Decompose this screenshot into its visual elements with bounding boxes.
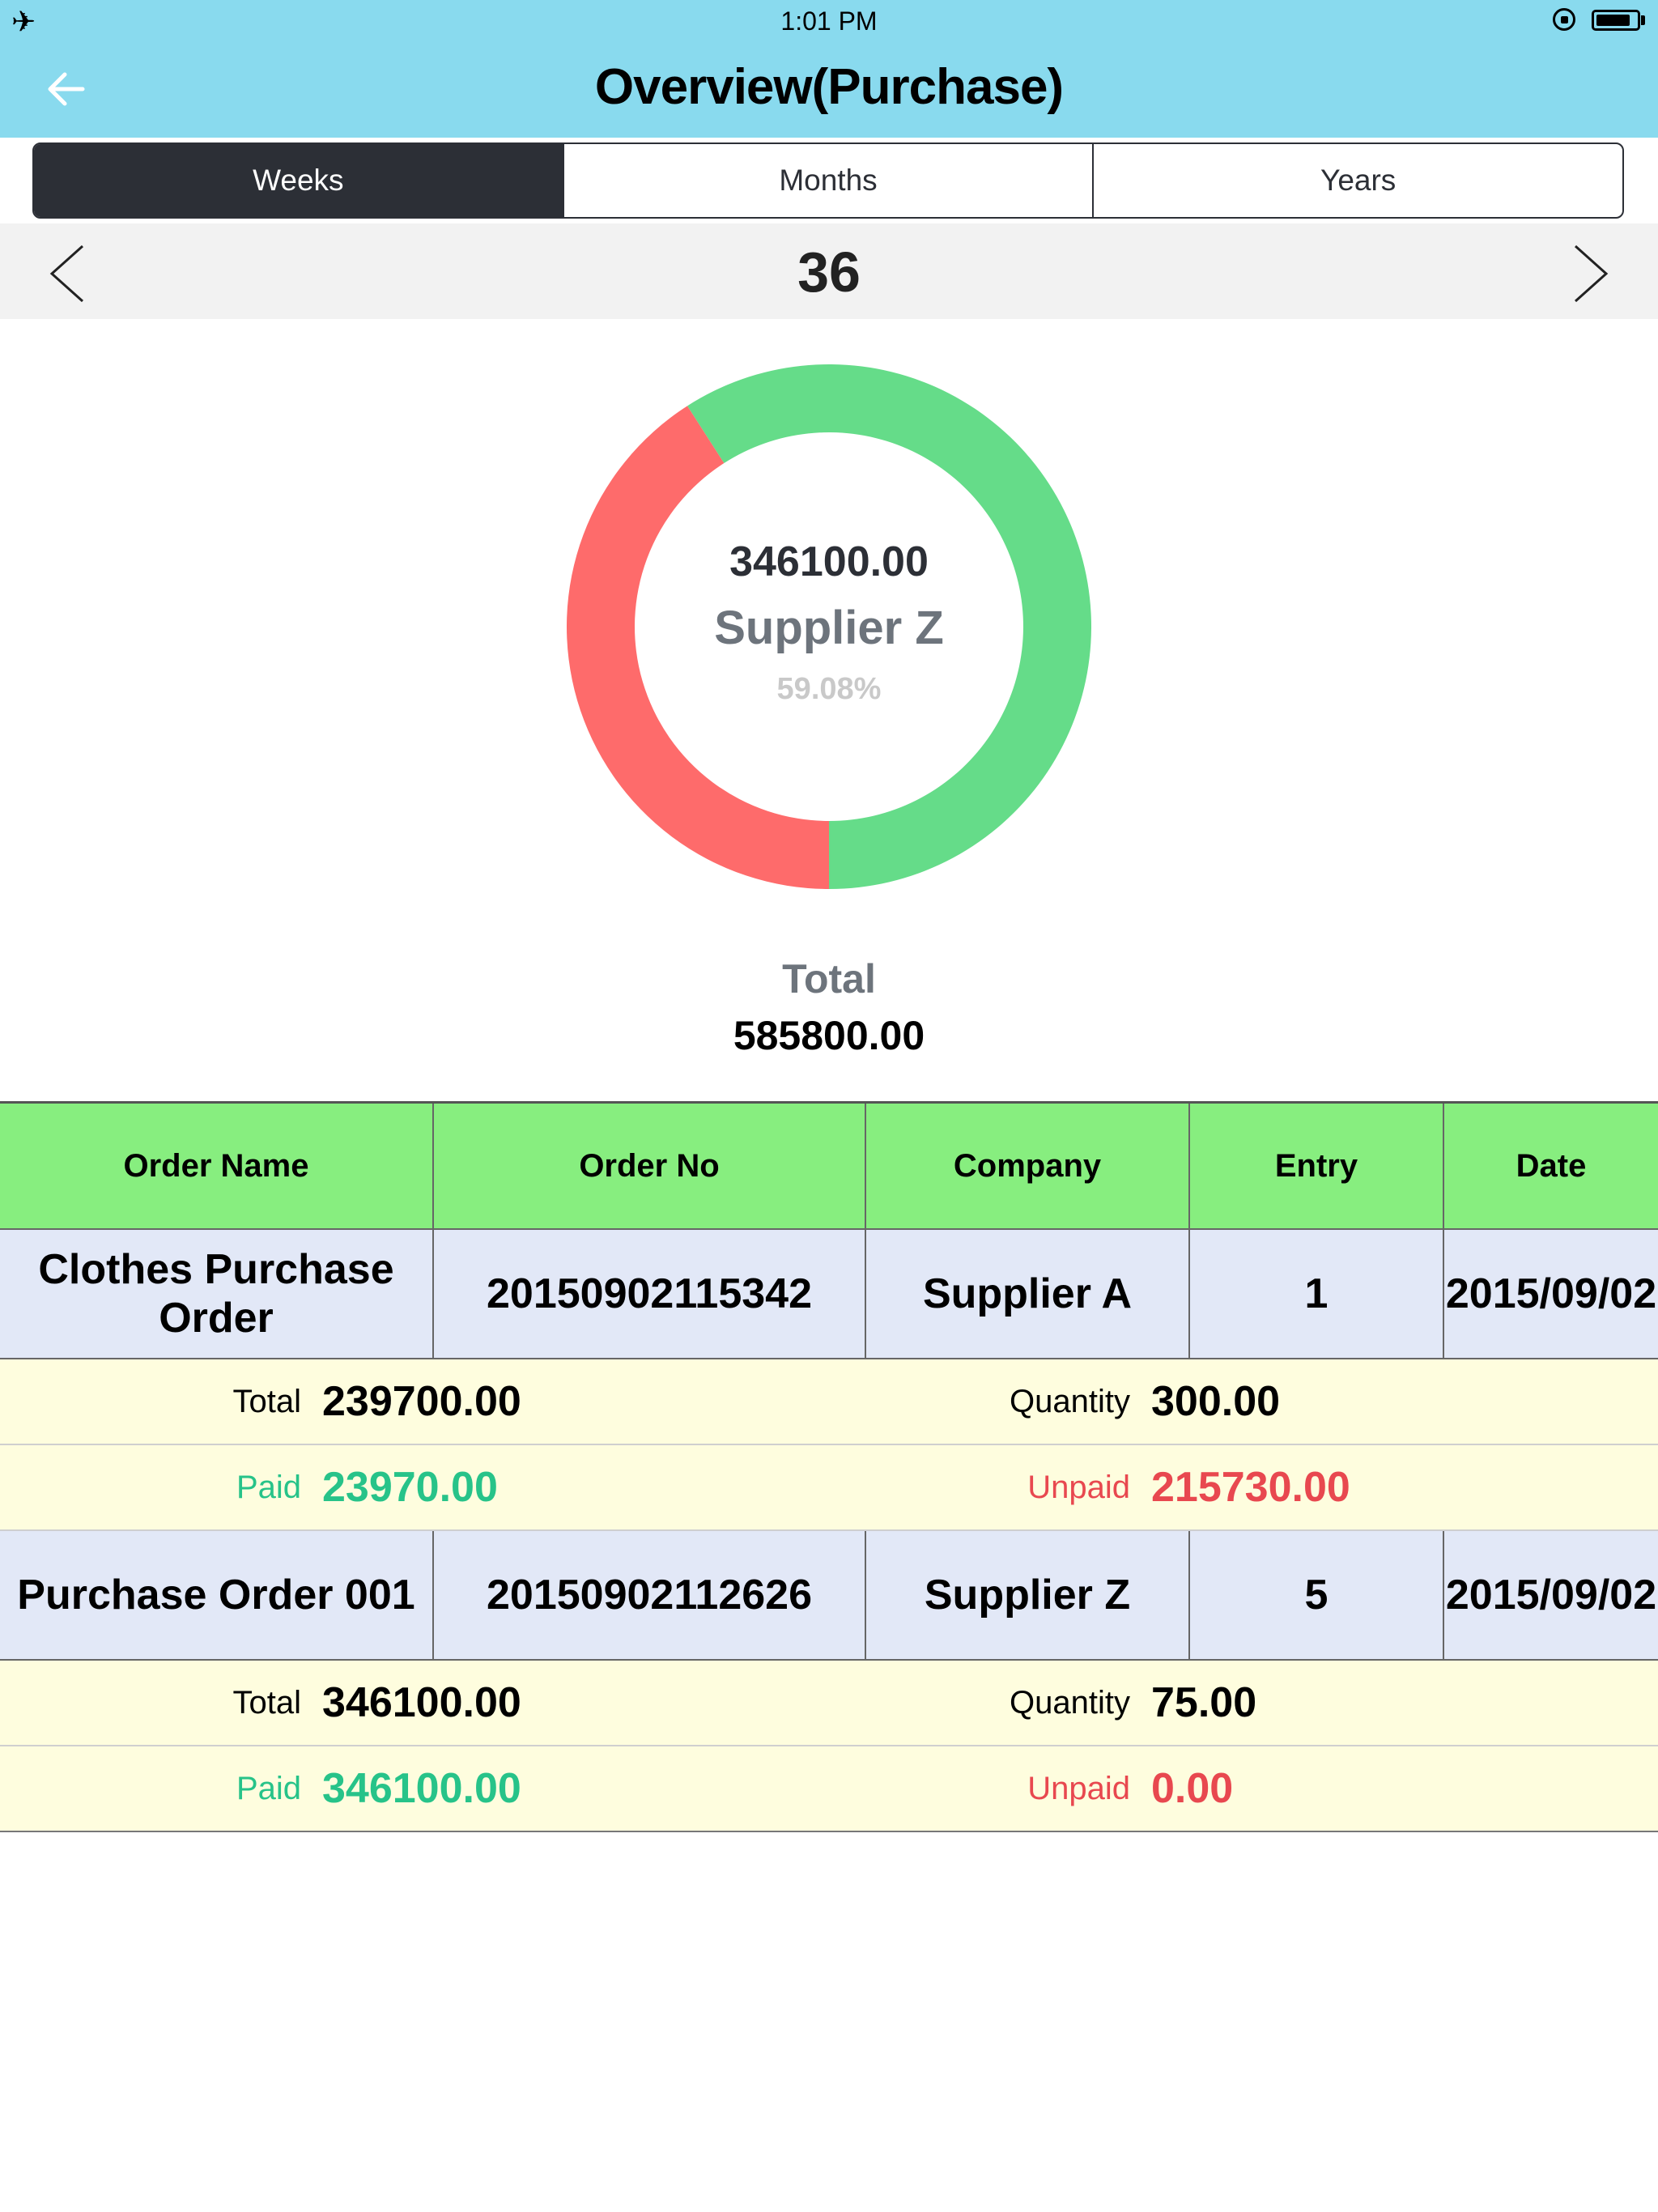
- paid-value: 346100.00: [322, 1765, 521, 1812]
- header-order-name: Order Name: [123, 1147, 309, 1184]
- order-entry: 5: [1188, 1531, 1443, 1659]
- order-company: Supplier Z: [865, 1531, 1188, 1659]
- header-entry: Entry: [1188, 1104, 1443, 1228]
- battery-icon: [1592, 10, 1640, 31]
- header-order-no: Order No: [432, 1104, 865, 1228]
- tab-months[interactable]: Months: [562, 144, 1093, 217]
- status-bar: ✈ 1:01 PM: [0, 0, 1658, 45]
- total-label: Total: [782, 956, 876, 1002]
- order-row[interactable]: Clothes Purchase Order 20150902115342 Su…: [0, 1230, 1658, 1359]
- order-totals-row: Total 346100.00 Quantity 75.00: [0, 1661, 1658, 1746]
- total-amount-label: Total: [232, 1684, 302, 1721]
- total-amount-value: 346100.00: [322, 1679, 521, 1726]
- header-date: Date: [1443, 1104, 1658, 1228]
- order-company: Supplier A: [865, 1230, 1188, 1358]
- quantity-label: Quantity: [1010, 1383, 1130, 1419]
- header-company: Company: [865, 1104, 1188, 1228]
- unpaid-label: Unpaid: [1027, 1770, 1130, 1806]
- order-entry: 1: [1188, 1230, 1443, 1358]
- order-date: 2015/09/02: [1443, 1230, 1658, 1358]
- week-navigator: 36: [0, 223, 1658, 319]
- page-title: Overview(Purchase): [594, 59, 1064, 115]
- paid-label: Paid: [236, 1770, 301, 1806]
- tab-years[interactable]: Years: [1092, 144, 1622, 217]
- status-time: 1:01 PM: [780, 6, 878, 36]
- total-amount-value: 239700.00: [322, 1378, 521, 1425]
- total-amount-label: Total: [232, 1383, 302, 1419]
- battery-tip: [1641, 15, 1645, 25]
- quantity-value: 75.00: [1151, 1679, 1257, 1726]
- unpaid-label: Unpaid: [1027, 1469, 1130, 1505]
- total-value: 585800.00: [733, 1013, 925, 1058]
- order-name: Purchase Order 001: [17, 1572, 415, 1619]
- order-name: Clothes Purchase Order: [38, 1246, 394, 1342]
- unpaid-value: 0.00: [1151, 1765, 1234, 1812]
- donut-center-percent: 59.08%: [776, 672, 882, 706]
- order-totals-row: Total 239700.00 Quantity 300.00: [0, 1359, 1658, 1445]
- donut-center-value: 346100.00: [729, 538, 929, 585]
- quantity-label: Quantity: [1010, 1684, 1130, 1721]
- nav-header: ✈ 1:01 PM Overview(Purchase): [0, 0, 1658, 138]
- order-payment-row: Paid 23970.00 Unpaid 215730.00: [0, 1445, 1658, 1531]
- order-no: 20150902115342: [432, 1230, 865, 1358]
- orders-table: Order Name Order No Company Entry Date C…: [0, 1101, 1658, 1832]
- order-row[interactable]: Purchase Order 001 20150902112626 Suppli…: [0, 1531, 1658, 1661]
- period-segmented-control: Weeks Months Years: [32, 143, 1624, 219]
- quantity-value: 300.00: [1151, 1378, 1281, 1425]
- week-number: 36: [797, 240, 861, 304]
- paid-label: Paid: [236, 1469, 301, 1505]
- unpaid-value: 215730.00: [1151, 1464, 1350, 1511]
- rotation-lock-icon: [1553, 8, 1575, 31]
- table-header-row: Order Name Order No Company Entry Date: [0, 1104, 1658, 1230]
- tab-weeks[interactable]: Weeks: [34, 144, 563, 217]
- donut-center-label: Supplier Z: [714, 602, 944, 654]
- order-date: 2015/09/02: [1443, 1531, 1658, 1659]
- next-week-chevron-icon[interactable]: [1561, 241, 1618, 306]
- paid-value: 23970.00: [322, 1464, 498, 1511]
- order-payment-row: Paid 346100.00 Unpaid 0.00: [0, 1746, 1658, 1832]
- order-no: 20150902112626: [432, 1531, 865, 1659]
